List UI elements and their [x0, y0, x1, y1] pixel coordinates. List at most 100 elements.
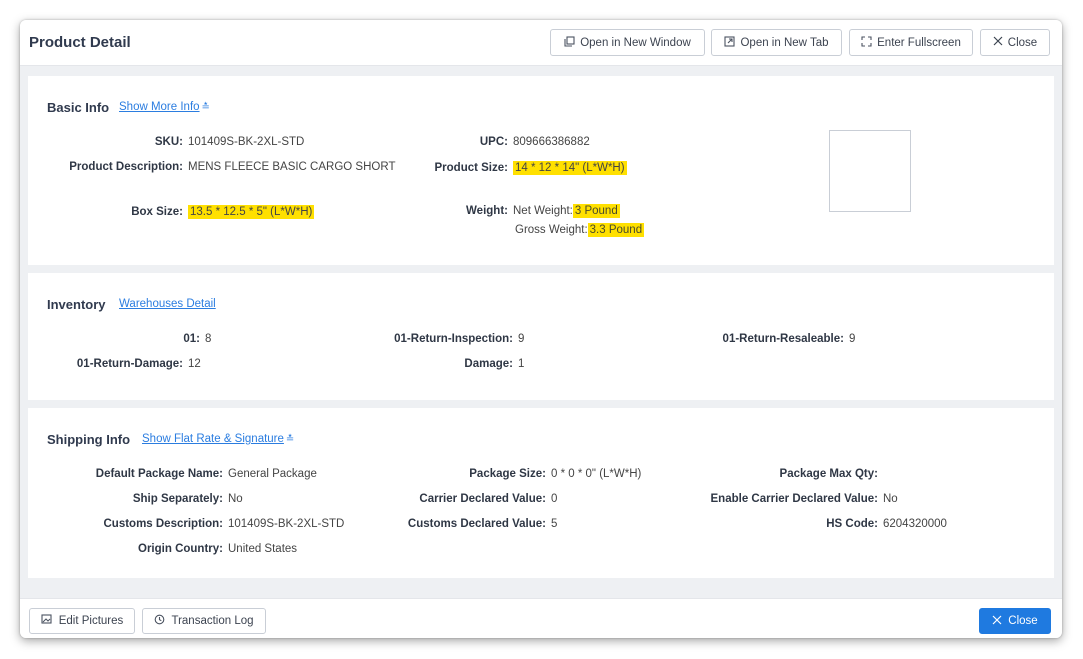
- enter-fullscreen-label: Enter Fullscreen: [877, 36, 961, 49]
- box-size-label: Box Size:: [131, 206, 183, 218]
- show-more-info-label: Show More Info: [119, 101, 200, 113]
- open-in-new-window-label: Open in New Window: [580, 36, 691, 49]
- carrier-declared-value-value: 0: [551, 493, 558, 505]
- double-chevron-down-icon: ≛: [201, 102, 210, 113]
- inventory-item: 01: 8: [28, 333, 211, 345]
- warehouses-detail-link[interactable]: Warehouses Detail: [119, 298, 216, 310]
- inventory-item-value: 12: [188, 358, 201, 370]
- product-size-value: 14 * 12 * 14" (L*W*H): [513, 161, 627, 175]
- open-in-new-tab-button[interactable]: Open in New Tab: [711, 29, 842, 56]
- customs-description-field: Customs Description: 101409S-BK-2XL-STD: [28, 518, 344, 530]
- customs-declared-value-value: 5: [551, 518, 558, 530]
- inventory-item: 01-Return-Damage: 12: [28, 358, 201, 370]
- box-size-value: 13.5 * 12.5 * 5" (L*W*H): [188, 205, 315, 219]
- history-icon: [154, 614, 165, 628]
- upc-field: UPC: 809666386882: [328, 136, 590, 148]
- customs-description-value: 101409S-BK-2XL-STD: [228, 518, 345, 530]
- origin-country-field: Origin Country: United States: [28, 543, 297, 555]
- edit-pictures-button[interactable]: Edit Pictures: [29, 608, 135, 634]
- package-size-value: 0 * 0 * 0" (L*W*H): [551, 468, 642, 480]
- gross-weight-label: Gross Weight:: [515, 224, 588, 236]
- close-icon: [993, 36, 1003, 49]
- hs-code-field: HS Code: 6204320000: [688, 518, 947, 530]
- hs-code-value: 6204320000: [883, 518, 947, 530]
- carrier-declared-value-field: Carrier Declared Value: 0: [358, 493, 557, 505]
- ship-separately-label: Ship Separately:: [132, 493, 223, 505]
- weight-field: Weight: Net Weight: 3 Pound: [328, 204, 620, 218]
- origin-country-label: Origin Country:: [138, 543, 223, 555]
- basic-info-card: Basic Info Show More Info ≛ SKU: 101409S-…: [28, 76, 1054, 265]
- ship-separately-value: No: [228, 493, 243, 505]
- product-size-label: Product Size:: [434, 162, 509, 174]
- default-package-name-value: General Package: [228, 468, 317, 480]
- inventory-item-label: Damage:: [464, 358, 513, 370]
- sku-field: SKU: 101409S-BK-2XL-STD: [28, 136, 304, 148]
- shipping-info-title: Shipping Info: [47, 432, 131, 447]
- upc-value: 809666386882: [513, 136, 590, 148]
- inventory-item-value: 1: [518, 358, 525, 370]
- shipping-info-card: Shipping Info Show Flat Rate & Signature…: [28, 408, 1054, 578]
- transaction-log-button[interactable]: Transaction Log: [142, 608, 266, 634]
- inventory-item-label: 01-Return-Inspection:: [394, 333, 513, 345]
- sku-label: SKU:: [154, 136, 183, 148]
- package-max-qty-field: Package Max Qty:: [688, 468, 883, 480]
- weight-label: Weight:: [466, 205, 508, 217]
- show-flat-rate-link[interactable]: Show Flat Rate & Signature ≛: [142, 433, 294, 445]
- default-package-name-label: Default Package Name:: [95, 468, 223, 480]
- product-image-thumbnail[interactable]: [829, 130, 911, 212]
- show-more-info-link[interactable]: Show More Info ≛: [119, 101, 210, 113]
- package-size-label: Package Size:: [469, 468, 546, 480]
- double-chevron-down-icon: ≛: [285, 434, 295, 445]
- enable-carrier-declared-value-field: Enable Carrier Declared Value: No: [688, 493, 898, 505]
- inventory-title: Inventory: [47, 297, 106, 312]
- product-detail-modal: Product Detail Open in New Window Open i…: [20, 20, 1062, 638]
- inventory-item-label: 01:: [183, 333, 200, 345]
- ship-separately-field: Ship Separately: No: [28, 493, 243, 505]
- origin-country-value: United States: [228, 543, 298, 555]
- modal-title: Product Detail: [29, 34, 131, 51]
- inventory-card: Inventory Warehouses Detail 01: 8 01-Ret…: [28, 273, 1054, 400]
- default-package-name-field: Default Package Name: General Package: [28, 468, 317, 480]
- open-in-new-tab-label: Open in New Tab: [740, 36, 829, 49]
- net-weight-value: 3 Pound: [572, 204, 620, 218]
- modal-header: Product Detail Open in New Window Open i…: [20, 20, 1062, 66]
- package-max-qty-label: Package Max Qty:: [779, 468, 878, 480]
- sku-value: 101409S-BK-2XL-STD: [188, 136, 305, 148]
- inventory-item-label: 01-Return-Damage:: [76, 358, 183, 370]
- show-flat-rate-label: Show Flat Rate & Signature: [142, 433, 284, 445]
- box-size-field: Box Size: 13.5 * 12.5 * 5" (L*W*H): [28, 205, 315, 219]
- basic-info-title: Basic Info: [47, 100, 110, 115]
- gross-weight-value: 3.3 Pound: [587, 223, 645, 237]
- close-icon: [992, 615, 1002, 628]
- footer-close-label: Close: [1008, 615, 1038, 627]
- header-close-button[interactable]: Close: [980, 29, 1050, 56]
- customs-description-label: Customs Description:: [103, 518, 223, 530]
- inventory-item: Damage: 1: [328, 358, 524, 370]
- inventory-item-value: 8: [205, 333, 212, 345]
- inventory-item-label: 01-Return-Resaleable:: [722, 333, 844, 345]
- carrier-declared-value-label: Carrier Declared Value:: [419, 493, 546, 505]
- header-close-label: Close: [1007, 36, 1038, 49]
- fullscreen-icon: [861, 35, 872, 50]
- modal-footer: Edit Pictures Transaction Log Close: [20, 598, 1062, 638]
- gross-weight-field: Gross Weight: 3.3 Pound: [515, 223, 645, 237]
- window-icon: [564, 35, 575, 50]
- customs-declared-value-field: Customs Declared Value: 5: [358, 518, 557, 530]
- upc-label: UPC:: [479, 136, 508, 148]
- enable-carrier-declared-value-label: Enable Carrier Declared Value:: [710, 493, 878, 505]
- enter-fullscreen-button[interactable]: Enter Fullscreen: [849, 29, 973, 56]
- inventory-item-value: 9: [849, 333, 856, 345]
- external-link-icon: [724, 35, 736, 50]
- hs-code-label: HS Code:: [826, 518, 878, 530]
- package-size-field: Package Size: 0 * 0 * 0" (L*W*H): [358, 468, 641, 480]
- inventory-item: 01-Return-Inspection: 9: [328, 333, 524, 345]
- customs-declared-value-label: Customs Declared Value:: [407, 518, 546, 530]
- inventory-item-value: 9: [518, 333, 525, 345]
- product-description-label: Product Description:: [69, 161, 183, 173]
- edit-pictures-label: Edit Pictures: [58, 615, 124, 627]
- inventory-item: 01-Return-Resaleable: 9: [668, 333, 856, 345]
- enable-carrier-declared-value-value: No: [883, 493, 898, 505]
- open-in-new-window-button[interactable]: Open in New Window: [550, 29, 705, 56]
- footer-close-button[interactable]: Close: [979, 608, 1051, 634]
- image-edit-icon: [41, 614, 53, 628]
